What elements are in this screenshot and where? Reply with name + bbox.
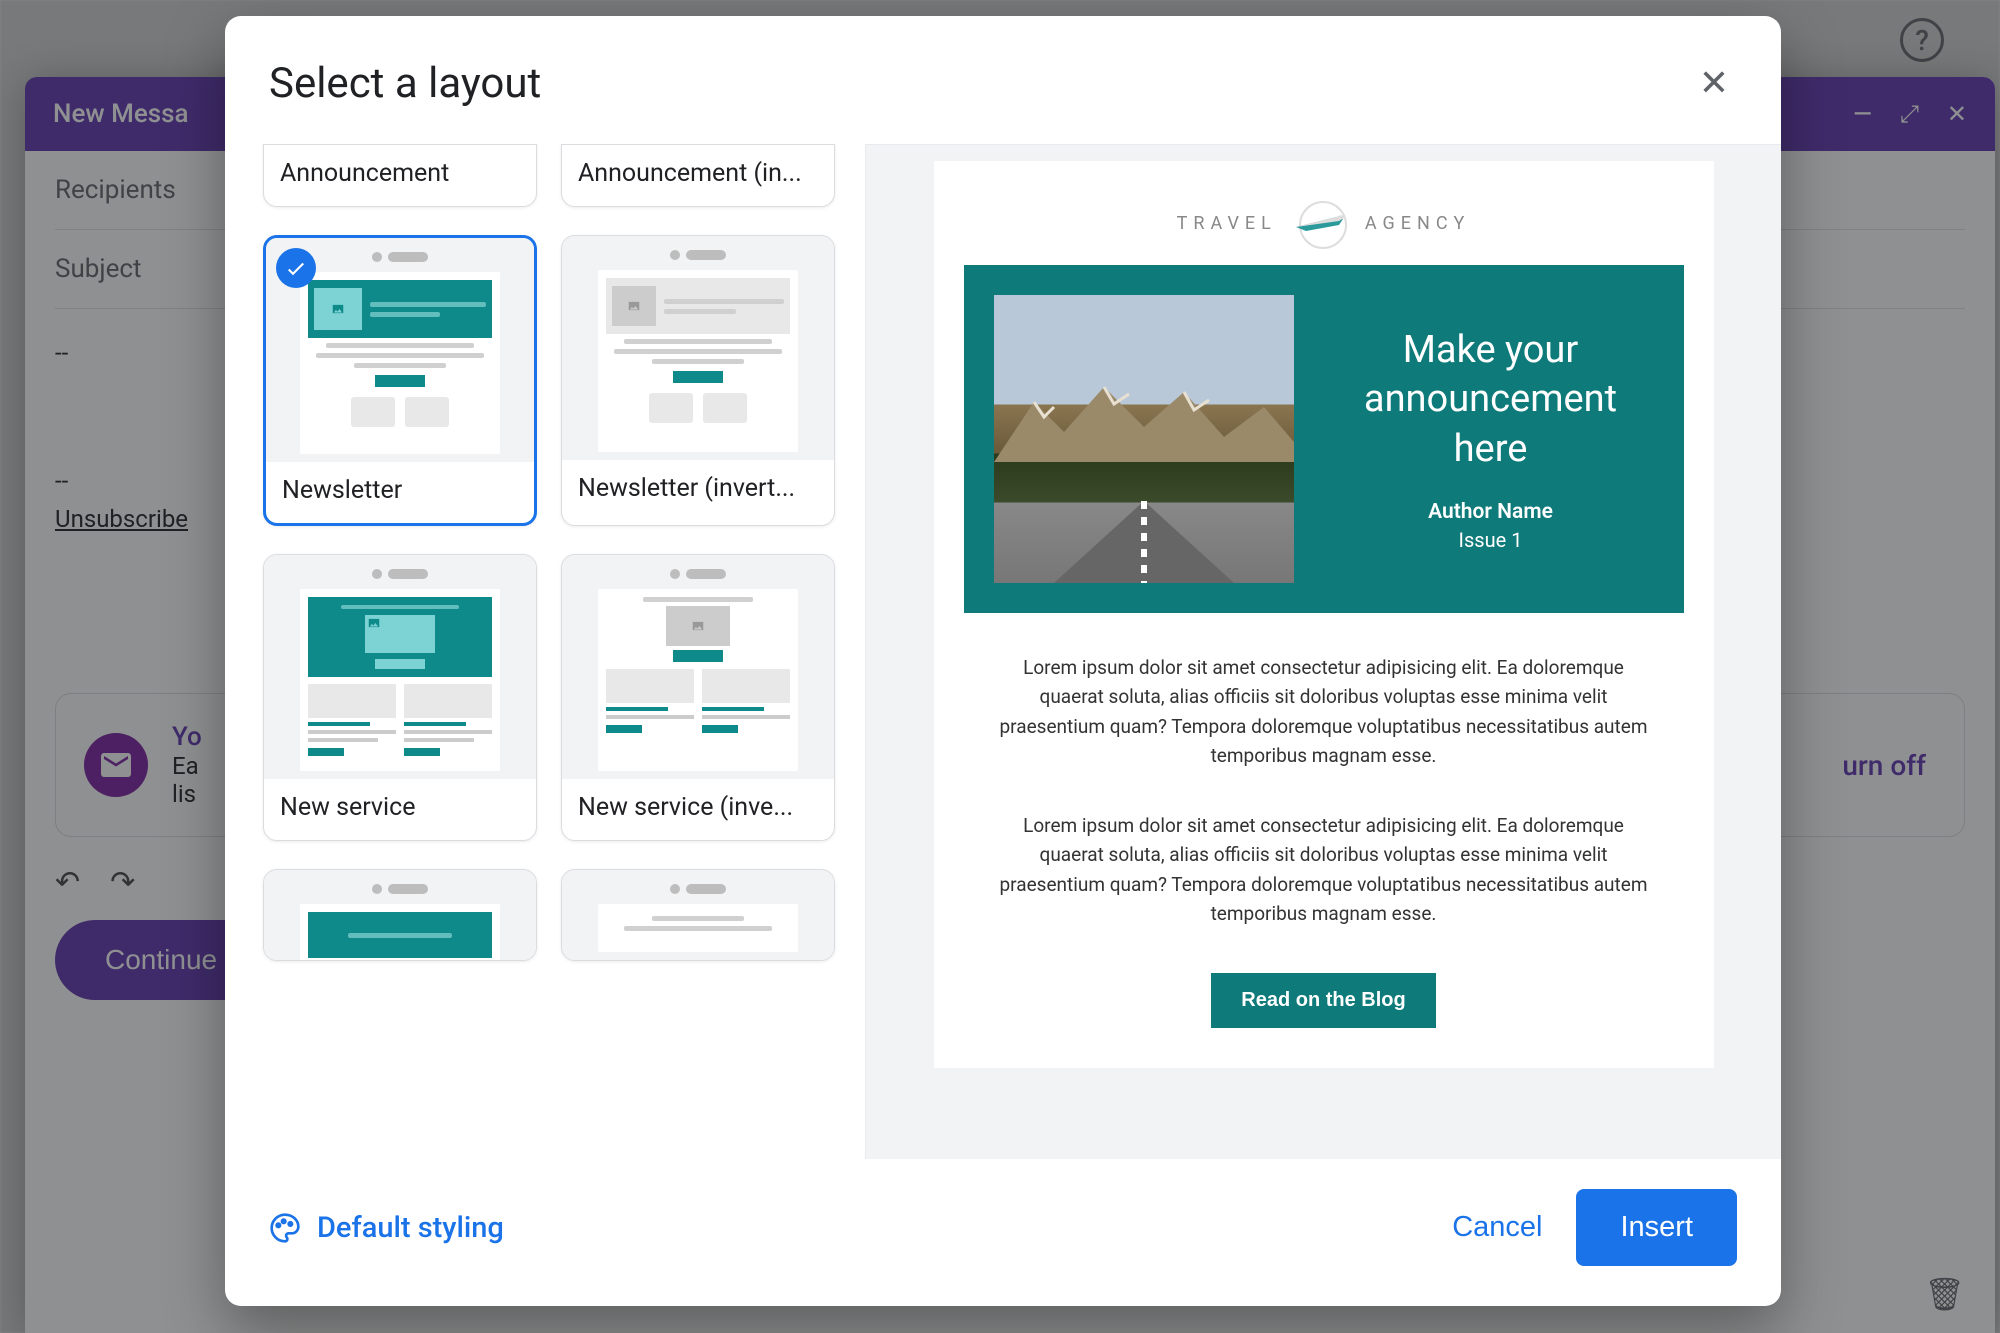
layout-label: New service (inve... — [562, 779, 834, 840]
plane-icon — [1291, 205, 1351, 241]
preview-page: TRAVEL AGENCY Make your announcement her… — [934, 161, 1714, 1068]
palette-icon — [269, 1212, 301, 1244]
preview-issue: Issue 1 — [1328, 528, 1654, 552]
layouts-column: Announcement Announcement (in... — [225, 144, 865, 1159]
cancel-button[interactable]: Cancel — [1452, 1211, 1542, 1244]
layout-card-announcement[interactable]: Announcement — [263, 144, 537, 207]
layout-card-new-service-inverted[interactable]: New service (inve... — [561, 554, 835, 841]
insert-button[interactable]: Insert — [1576, 1189, 1737, 1266]
default-styling-button[interactable]: Default styling — [269, 1211, 504, 1245]
layout-label: Announcement (in... — [562, 145, 834, 206]
preview-hero: Make your announcement here Author Name … — [964, 265, 1684, 613]
layout-card-announcement-inverted[interactable]: Announcement (in... — [561, 144, 835, 207]
preview-paragraph: Lorem ipsum dolor sit amet consectetur a… — [934, 771, 1714, 929]
close-icon[interactable]: ✕ — [1691, 54, 1737, 112]
layout-dialog: Select a layout ✕ Announcement Announcem… — [225, 16, 1781, 1306]
preview-paragraph: Lorem ipsum dolor sit amet consectetur a… — [934, 613, 1714, 771]
logo-text-right: AGENCY — [1365, 213, 1471, 234]
logo-text-left: TRAVEL — [1177, 213, 1277, 234]
layout-card-newsletter[interactable]: Newsletter — [263, 235, 537, 526]
preview-column: TRAVEL AGENCY Make your announcement her… — [865, 144, 1781, 1159]
layout-label: Newsletter — [266, 462, 534, 523]
dialog-title: Select a layout — [269, 59, 541, 108]
default-styling-label: Default styling — [317, 1211, 504, 1245]
preview-headline: Make your announcement here — [1328, 326, 1654, 474]
preview-logo: TRAVEL AGENCY — [934, 193, 1714, 265]
layout-card-new-service[interactable]: New service — [263, 554, 537, 841]
layout-label: Announcement — [264, 145, 536, 206]
layout-card-newsletter-inverted[interactable]: Newsletter (invert... — [561, 235, 835, 526]
layout-label: Newsletter (invert... — [562, 460, 834, 521]
preview-hero-image — [994, 295, 1294, 583]
read-blog-button[interactable]: Read on the Blog — [1211, 973, 1435, 1028]
layout-card-partial[interactable] — [561, 869, 835, 961]
check-icon — [276, 248, 316, 288]
preview-author: Author Name — [1328, 500, 1654, 524]
layout-label: New service — [264, 779, 536, 840]
layout-card-partial[interactable] — [263, 869, 537, 961]
